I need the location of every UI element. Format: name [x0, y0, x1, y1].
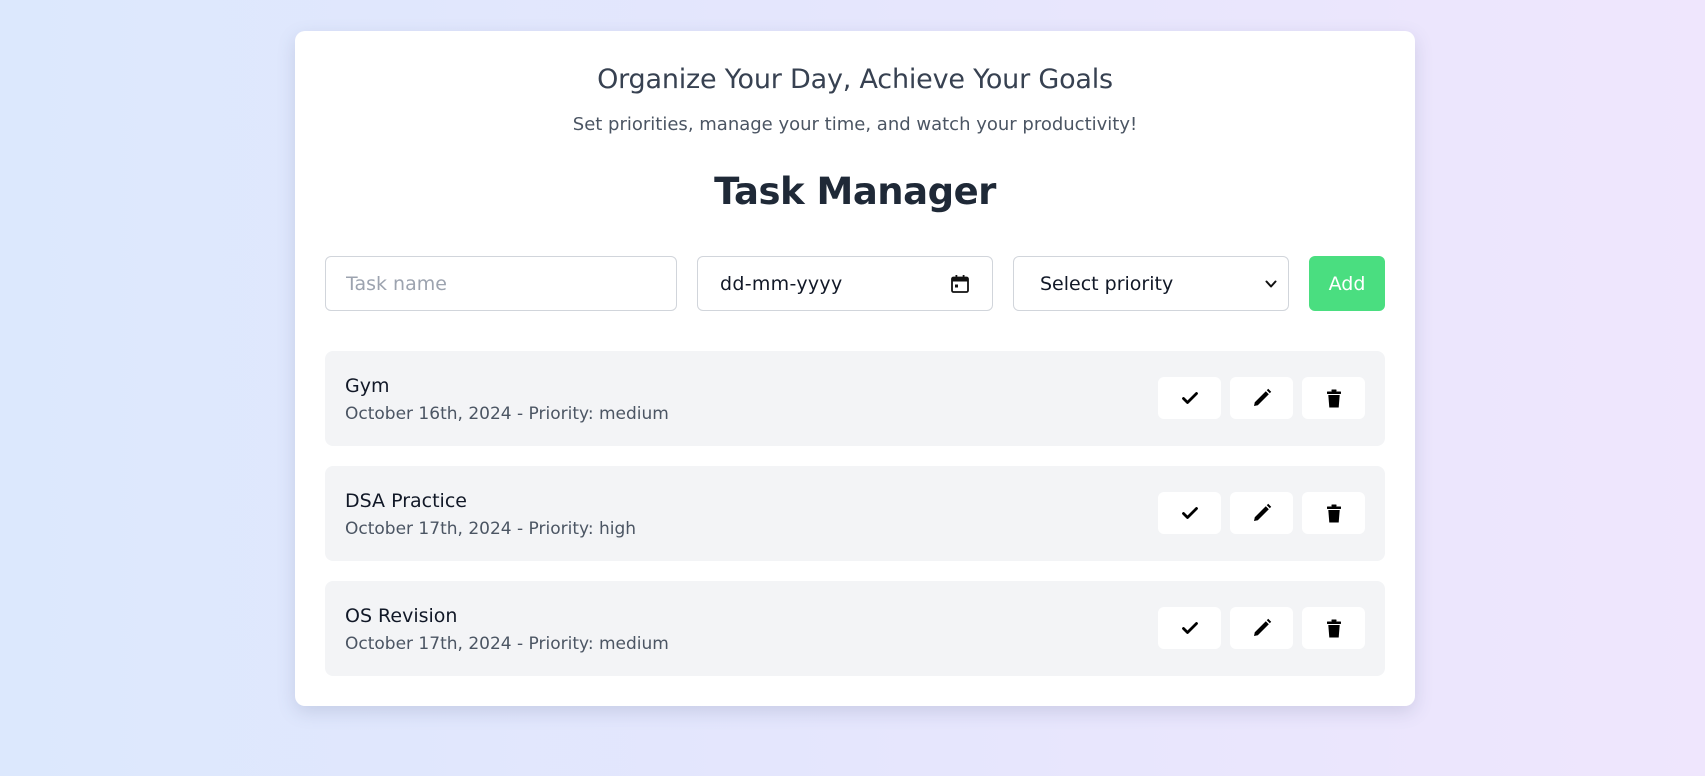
task-meta: October 16th, 2024 - Priority: medium — [345, 404, 669, 424]
check-icon — [1181, 507, 1198, 519]
task-priority: medium — [598, 634, 669, 654]
priority-select-value: Select priority — [1040, 272, 1174, 295]
trash-icon — [1326, 504, 1341, 522]
page-title: Task Manager — [714, 170, 996, 213]
edit-task-button[interactable] — [1230, 377, 1293, 419]
complete-task-button[interactable] — [1158, 377, 1221, 419]
pencil-icon — [1253, 503, 1271, 521]
delete-task-button[interactable] — [1302, 377, 1365, 419]
pencil-icon — [1253, 388, 1271, 406]
complete-task-button[interactable] — [1158, 607, 1221, 649]
task-priority-label: Priority: — [528, 519, 594, 539]
task-meta: October 17th, 2024 - Priority: medium — [345, 634, 669, 654]
task-priority: medium — [598, 404, 669, 424]
task-manager-card: Organize Your Day, Achieve Your Goals Se… — [295, 31, 1415, 706]
trash-icon — [1326, 389, 1341, 407]
task-name-input[interactable] — [325, 256, 677, 311]
complete-task-button[interactable] — [1158, 492, 1221, 534]
priority-select[interactable]: Select priority — [1013, 256, 1289, 311]
tagline: Organize Your Day, Achieve Your Goals — [597, 64, 1113, 95]
delete-task-button[interactable] — [1302, 607, 1365, 649]
delete-task-button[interactable] — [1302, 492, 1365, 534]
task-name: Gym — [345, 375, 390, 397]
subtitle: Set priorities, manage your time, and wa… — [572, 114, 1138, 135]
trash-icon — [1326, 619, 1341, 637]
add-task-button[interactable]: Add — [1309, 256, 1385, 311]
task-priority: high — [598, 519, 637, 539]
task-name: OS Revision — [345, 605, 458, 627]
calendar-icon[interactable] — [950, 274, 970, 294]
check-icon — [1181, 622, 1198, 634]
edit-task-button[interactable] — [1230, 607, 1293, 649]
date-placeholder: dd-mm-yyyy — [720, 272, 843, 295]
task-priority-label: Priority: — [528, 404, 594, 424]
chevron-down-icon — [1265, 280, 1277, 287]
check-icon — [1181, 392, 1198, 404]
task-item: OS Revision October 17th, 2024 - Priorit… — [325, 581, 1385, 676]
pencil-icon — [1253, 618, 1271, 636]
due-date-input[interactable]: dd-mm-yyyy — [697, 256, 993, 311]
task-item: Gym October 16th, 2024 - Priority: mediu… — [325, 351, 1385, 446]
add-task-form: dd-mm-yyyy Select priority Add — [325, 256, 1385, 311]
task-priority-label: Priority: — [528, 634, 594, 654]
task-item: DSA Practice October 17th, 2024 - Priori… — [325, 466, 1385, 561]
task-meta: October 17th, 2024 - Priority: high — [345, 519, 637, 539]
task-date: October 17th, 2024 — [345, 519, 512, 539]
task-date: October 17th, 2024 — [345, 634, 512, 654]
edit-task-button[interactable] — [1230, 492, 1293, 534]
task-name: DSA Practice — [345, 490, 467, 512]
task-date: October 16th, 2024 — [345, 404, 512, 424]
